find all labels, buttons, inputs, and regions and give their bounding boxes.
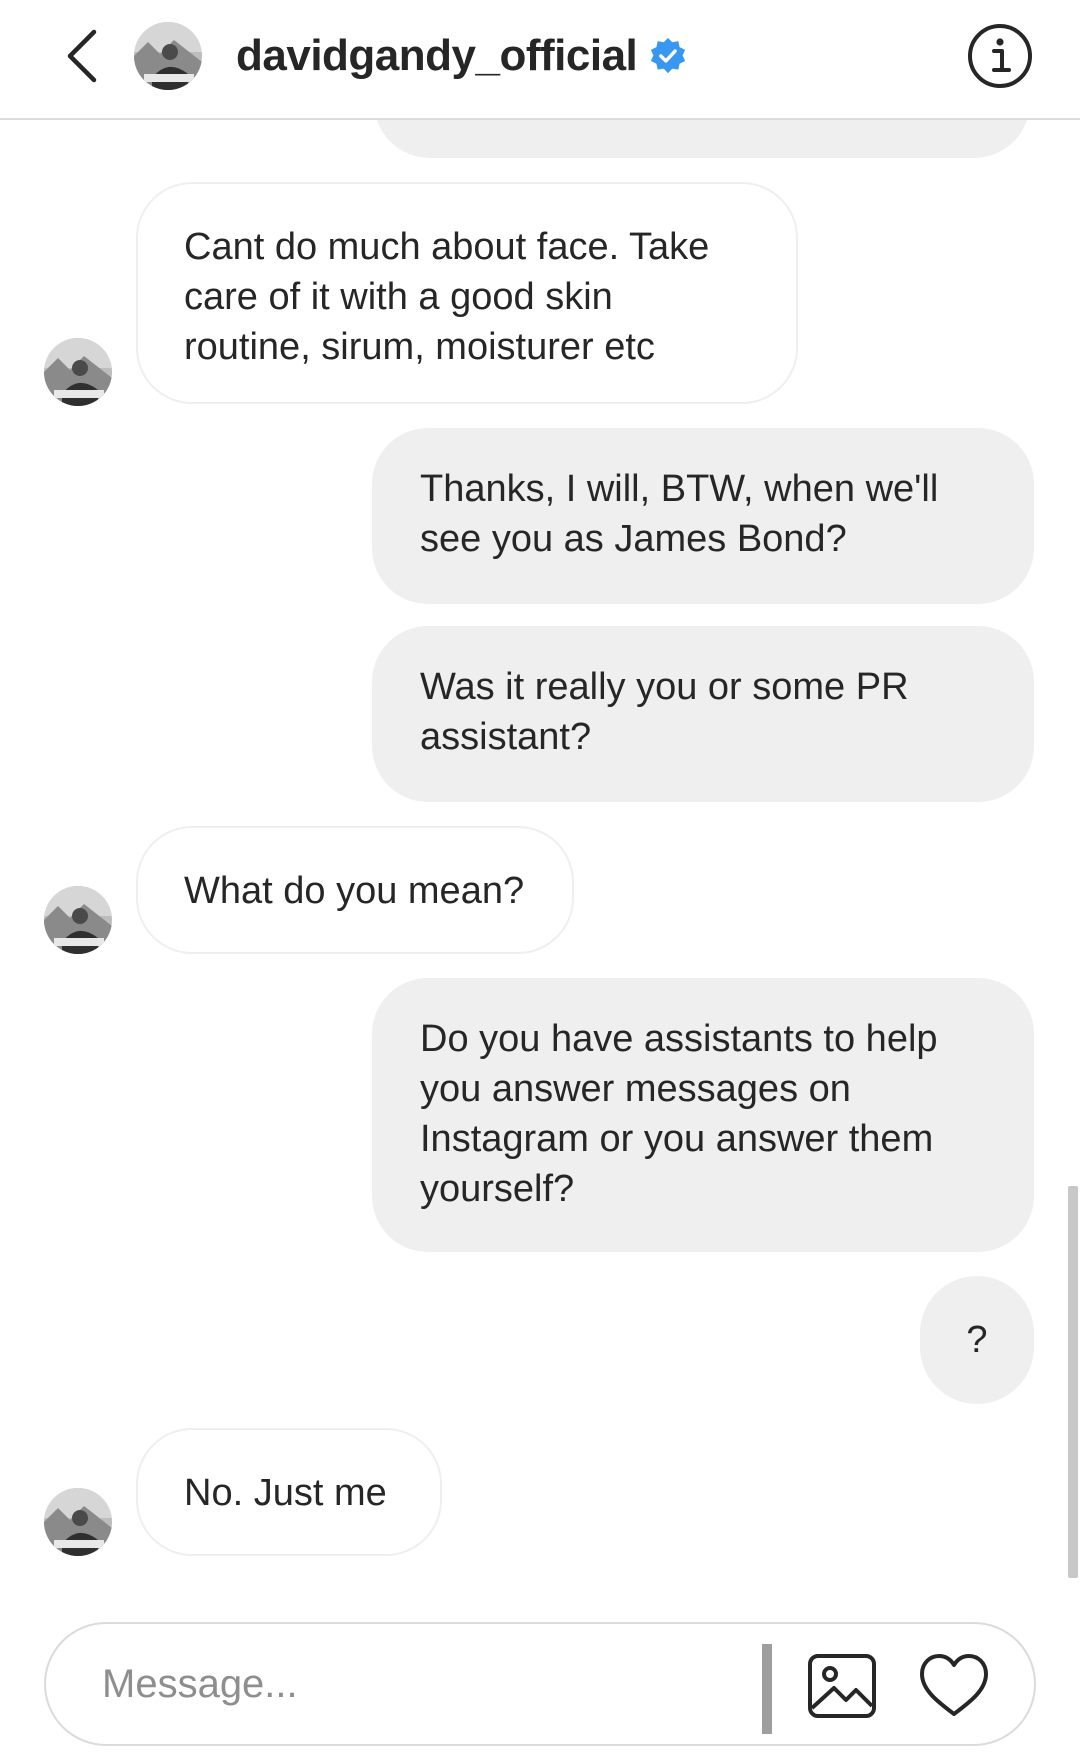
chevron-left-icon — [67, 29, 97, 83]
message-text: Was it really you or some PR assistant? — [420, 666, 909, 758]
gallery-button[interactable] — [806, 1650, 878, 1722]
image-gallery-icon — [808, 1654, 876, 1718]
back-button[interactable] — [56, 26, 112, 86]
like-button[interactable] — [918, 1650, 990, 1722]
message-input[interactable] — [102, 1654, 782, 1714]
chat-header: davidgandy_official — [0, 0, 1080, 120]
message-bubble-incoming[interactable]: Cant do much about face. Take care of it… — [136, 182, 798, 404]
verified-badge-icon — [649, 37, 687, 75]
message-text: Cant do much about face. Take care of it… — [184, 226, 710, 368]
message-composer — [44, 1622, 1036, 1746]
text-cursor — [762, 1644, 772, 1734]
message-bubble-incoming[interactable]: No. Just me — [136, 1428, 442, 1556]
heart-icon — [920, 1654, 988, 1716]
info-icon — [968, 24, 1032, 88]
message-text: No. Just me — [184, 1472, 387, 1514]
profile-username: davidgandy_official — [236, 31, 638, 80]
message-text: Do you have assistants to help you answe… — [420, 1018, 938, 1210]
avatar-photo-icon — [44, 886, 112, 954]
profile-avatar[interactable] — [134, 22, 202, 90]
avatar-photo-icon — [44, 1488, 112, 1556]
sender-avatar[interactable] — [44, 886, 112, 954]
message-bubble-incoming[interactable]: What do you mean? — [136, 826, 574, 954]
message-text: What do you mean? — [184, 870, 525, 912]
sender-avatar[interactable] — [44, 338, 112, 406]
sender-avatar[interactable] — [44, 1488, 112, 1556]
message-bubble-outgoing[interactable]: ? — [920, 1276, 1034, 1404]
avatar-photo-icon — [44, 338, 112, 406]
thread-scrollbar[interactable] — [1068, 1186, 1078, 1578]
message-bubble-outgoing[interactable]: Do you have assistants to help you answe… — [372, 978, 1034, 1252]
message-bubble-outgoing[interactable]: Thanks, I will, BTW, when we'll see you … — [372, 428, 1034, 604]
message-text: Thanks, I will, BTW, when we'll see you … — [420, 468, 939, 560]
avatar-photo-icon — [134, 22, 202, 90]
message-bubble-outgoing[interactable]: Was it really you or some PR assistant? — [372, 626, 1034, 802]
message-thread[interactable]: Cant do much about face. Take care of it… — [0, 0, 1080, 1610]
profile-username-link[interactable]: davidgandy_official — [236, 26, 687, 86]
message-text: ? — [966, 1319, 988, 1361]
info-button[interactable] — [966, 22, 1034, 90]
